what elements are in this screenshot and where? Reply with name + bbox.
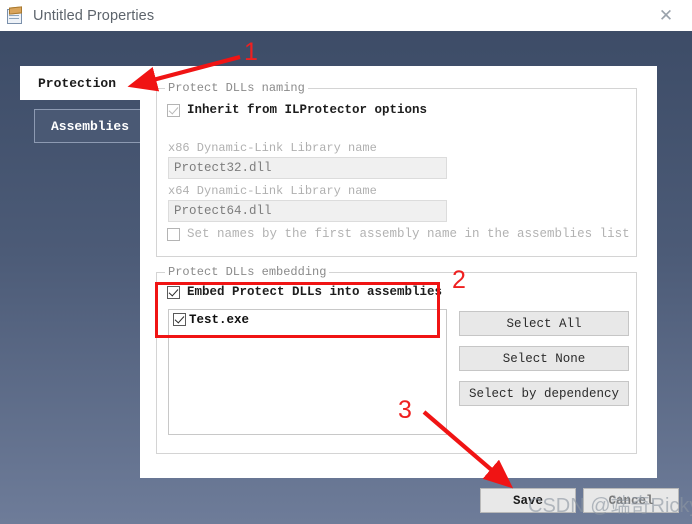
- embed-dlls-checkbox[interactable]: [167, 285, 180, 299]
- window-title: Untitled Properties: [33, 7, 155, 24]
- group-protect-dlls-naming: Protect DLLs naming Inherit from ILProte…: [156, 81, 637, 257]
- embed-dlls-label: Embed Protect DLLs into assemblies: [187, 285, 443, 299]
- set-names-label: Set names by the first assembly name in …: [187, 227, 630, 241]
- list-item[interactable]: Test.exe: [169, 310, 446, 329]
- annotation-number-2: 2: [452, 266, 466, 294]
- select-none-button[interactable]: Select None: [459, 346, 629, 371]
- title-bar: Untitled Properties ✕: [0, 0, 692, 31]
- assembly-checkbox[interactable]: [173, 313, 186, 326]
- set-names-checkbox[interactable]: [167, 227, 180, 241]
- x64-dll-name-label: x64 Dynamic-Link Library name: [168, 184, 377, 198]
- set-names-checkbox-row[interactable]: Set names by the first assembly name in …: [167, 227, 630, 241]
- select-by-dependency-button[interactable]: Select by dependency: [459, 381, 629, 406]
- save-button[interactable]: Save: [480, 488, 576, 513]
- assembly-label: Test.exe: [189, 312, 250, 327]
- x64-dll-name-input[interactable]: Protect64.dll: [168, 200, 447, 222]
- inherit-options-checkbox-row[interactable]: Inherit from ILProtector options: [167, 103, 427, 117]
- select-all-button[interactable]: Select All: [459, 311, 629, 336]
- embed-dlls-checkbox-row[interactable]: Embed Protect DLLs into assemblies: [167, 285, 442, 299]
- tab-assemblies[interactable]: Assemblies: [34, 109, 146, 143]
- tab-assemblies-label: Assemblies: [51, 118, 130, 134]
- inherit-options-checkbox[interactable]: [167, 103, 180, 117]
- annotation-number-3: 3: [398, 396, 412, 424]
- annotation-number-1: 1: [244, 38, 258, 66]
- properties-document-icon: [6, 5, 24, 25]
- close-icon[interactable]: ✕: [644, 0, 688, 31]
- x86-dll-name-input[interactable]: Protect32.dll: [168, 157, 447, 179]
- tab-strip: Protection Assemblies: [20, 66, 150, 143]
- cancel-button[interactable]: Cancel: [583, 488, 679, 513]
- tab-protection[interactable]: Protection: [20, 66, 146, 100]
- group-embedding-title: Protect DLLs embedding: [165, 265, 330, 279]
- x86-dll-name-label: x86 Dynamic-Link Library name: [168, 141, 377, 155]
- tab-protection-label: Protection: [38, 75, 117, 91]
- inherit-options-label: Inherit from ILProtector options: [187, 103, 428, 117]
- group-protect-dlls-embedding: Protect DLLs embedding Embed Protect DLL…: [156, 265, 637, 454]
- group-naming-title: Protect DLLs naming: [165, 81, 308, 95]
- properties-window: Untitled Properties ✕ Protection Assembl…: [0, 0, 692, 524]
